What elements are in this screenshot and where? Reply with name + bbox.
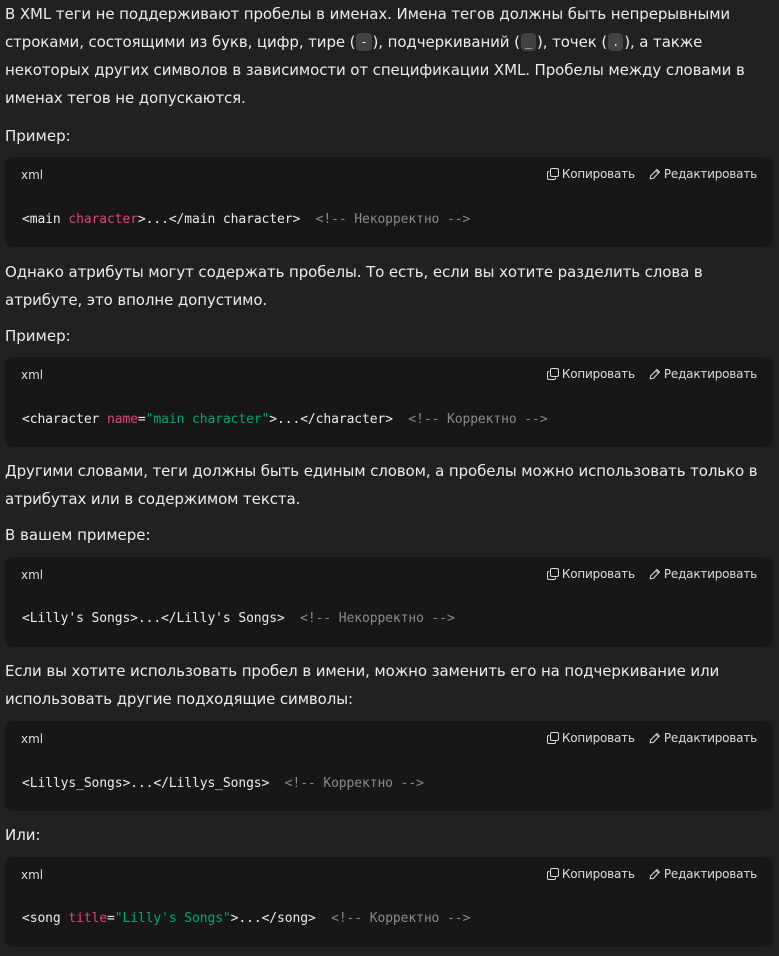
code-token: <Lilly's Songs>...</Lilly's Songs> (22, 611, 301, 626)
code-comment: <!-- Корректно --> (284, 776, 424, 791)
copy-button[interactable]: Копировать (546, 167, 635, 181)
code-block: xml Копировать Редактировать <character … (5, 357, 773, 447)
your-example-label: В вашем примере: (5, 526, 151, 544)
code-actions: Копировать Редактировать (546, 731, 757, 745)
code-actions: Копировать Редактировать (546, 867, 757, 881)
code-language-label: xml (21, 868, 44, 882)
code-language-label: xml (21, 368, 44, 382)
code-block: xml Копировать Редактировать <Lillys_Son… (5, 721, 773, 811)
edit-button[interactable]: Редактировать (649, 567, 757, 581)
copy-label: Копировать (561, 367, 635, 381)
code-token: <song (22, 911, 69, 926)
code-token: <Lillys_Songs>...</Lillys_Songs> (22, 776, 285, 791)
code-actions: Копировать Редактировать (546, 167, 757, 181)
code-token: >...</main character> (137, 212, 316, 227)
inline-code-dash: - (356, 33, 372, 51)
code-block-header: xml Копировать Редактировать (5, 721, 773, 759)
code-token: >...</character> (269, 412, 409, 427)
copy-icon (546, 168, 559, 180)
code-token: <main (22, 212, 69, 227)
pencil-icon (649, 869, 660, 880)
intro-text-2: ), подчеркиваний ( (372, 33, 520, 51)
code-block-header: xml Копировать Редактировать (5, 157, 773, 195)
copy-label: Копировать (561, 167, 635, 181)
or-label: Или: (5, 826, 41, 844)
edit-button[interactable]: Редактировать (649, 367, 757, 381)
intro-text-3: ), точек ( (537, 33, 608, 51)
inline-code-dot: . (608, 33, 624, 51)
copy-label: Копировать (561, 567, 635, 581)
code-token-attribute: title (68, 911, 108, 926)
edit-button[interactable]: Редактировать (649, 731, 757, 745)
code-line: <song title="Lilly's Songs">...</song> <… (22, 911, 470, 926)
code-actions: Копировать Редактировать (546, 567, 757, 581)
copy-label: Копировать (561, 731, 635, 745)
attributes-paragraph: Однако атрибуты могут содержать пробелы.… (5, 263, 703, 309)
pencil-icon (649, 569, 660, 580)
copy-button[interactable]: Копировать (546, 567, 635, 581)
code-comment: <!-- Некорректно --> (300, 611, 455, 626)
code-token-attribute: character (68, 212, 138, 227)
pencil-icon (649, 369, 660, 380)
replace-paragraph: Если вы хотите использовать пробел в име… (5, 662, 720, 708)
copy-button[interactable]: Копировать (546, 867, 635, 881)
copy-button[interactable]: Копировать (546, 731, 635, 745)
code-block: xml Копировать Редактировать <song title… (5, 857, 773, 947)
code-token: <character (22, 412, 107, 427)
edit-label: Редактировать (663, 567, 757, 581)
code-comment: <!-- Некорректно --> (315, 212, 471, 227)
code-line: <Lillys_Songs>...</Lillys_Songs> <!-- Ко… (22, 776, 424, 791)
code-line: <Lilly's Songs>...</Lilly's Songs> <!-- … (22, 611, 455, 626)
edit-label: Редактировать (663, 167, 757, 181)
pencil-icon (649, 733, 660, 744)
code-line: <main character>...</main character> <!-… (22, 212, 470, 227)
copy-button[interactable]: Копировать (546, 367, 635, 381)
code-token: = (137, 412, 146, 427)
code-language-label: xml (21, 732, 44, 746)
code-line: <character name="main character">...</ch… (22, 412, 548, 427)
edit-label: Редактировать (663, 731, 757, 745)
code-token: = (107, 911, 115, 926)
code-comment: <!-- Корректно --> (408, 412, 548, 427)
code-block-header: xml Копировать Редактировать (5, 557, 773, 595)
pencil-icon (649, 169, 660, 180)
code-block: xml Копировать Редактировать <main chara… (5, 157, 773, 247)
code-language-label: xml (21, 568, 44, 582)
code-comment: <!-- Корректно --> (331, 911, 471, 926)
intro-paragraph: В XML теги не поддерживают пробелы в име… (5, 0, 775, 112)
copy-icon (546, 368, 559, 380)
edit-button[interactable]: Редактировать (649, 867, 757, 881)
summary-paragraph: Другими словами, теги должны быть единым… (5, 462, 758, 508)
copy-icon (546, 568, 559, 580)
code-token-string: "main character" (145, 412, 270, 427)
code-token-attribute: name (107, 412, 138, 427)
code-token-string: "Lilly's Songs" (114, 911, 231, 926)
copy-icon (546, 868, 559, 880)
inline-code-underscore: _ (520, 33, 536, 51)
edit-label: Редактировать (663, 367, 757, 381)
code-actions: Копировать Редактировать (546, 367, 757, 381)
code-block: xml Копировать Редактировать <Lilly's So… (5, 557, 773, 647)
code-token: >...</song> (230, 911, 332, 926)
copy-icon (546, 732, 559, 744)
example-label: Пример: (5, 327, 71, 345)
code-block-header: xml Копировать Редактировать (5, 857, 773, 895)
code-block-header: xml Копировать Редактировать (5, 357, 773, 395)
example-label: Пример: (5, 127, 71, 145)
edit-button[interactable]: Редактировать (649, 167, 757, 181)
copy-label: Копировать (561, 867, 635, 881)
code-language-label: xml (21, 168, 44, 182)
edit-label: Редактировать (663, 867, 757, 881)
